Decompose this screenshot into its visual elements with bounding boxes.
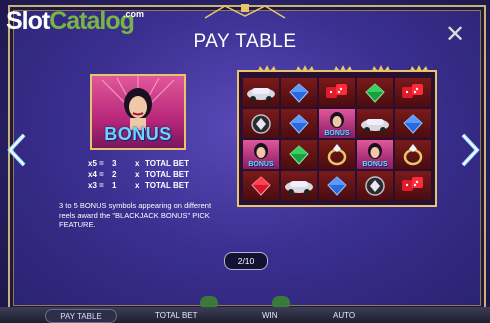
payout-multiplier: x5 = [88,159,104,168]
car-icon [285,181,313,195]
payout-value: 1 [112,181,117,190]
payout-times: x [135,170,140,179]
reel-cell [281,171,317,200]
bonus-mini-icon: BONUS [319,109,355,138]
payout-label: TOTAL BET [145,170,189,179]
reel-cell [281,109,317,138]
logo-suffix: .com [123,9,145,19]
reel-cell: BONUS [243,140,279,169]
reel-cell [281,78,317,107]
reel-grid-frame: BONUS BONUS BONUS [237,70,437,207]
bonus-description: 3 to 5 BONUS symbols appearing on differ… [59,201,212,229]
reel-cell [395,78,431,107]
reel-cell [395,109,431,138]
reel-cell [395,171,431,200]
dice-icon [402,84,423,98]
payout-label: TOTAL BET [145,159,189,168]
payout-times: x [135,159,140,168]
diamond-chip-icon [365,176,385,196]
page-indicator: 2/10 [224,252,268,270]
reel-cell: BONUS [319,109,355,138]
car-icon [361,119,389,133]
bonus-mini-label: BONUS [362,161,388,168]
reel-cell [319,78,355,107]
reel-cell [357,171,393,200]
win-label: WIN [262,311,278,320]
reel-cell [319,171,355,200]
sapphire-icon [403,114,423,134]
reel-cell [281,140,317,169]
reel-cell: BONUS [357,140,393,169]
reel-cell [395,140,431,169]
bonus-mini-icon: BONUS [243,140,279,169]
reel-cell [243,109,279,138]
reel-cell [319,140,355,169]
total-bet-label: TOTAL BET [155,311,198,320]
slotcatalog-logo: SlotCatalog [6,7,135,35]
bonus-mini-label: BONUS [248,161,274,168]
car-icon [247,88,275,102]
payout-value: 2 [112,170,117,179]
payout-value: 3 [112,159,117,168]
reel-cell [357,78,393,107]
ring-icon [327,144,347,166]
next-page-arrow-icon[interactable] [457,133,481,167]
bonus-mini-label: BONUS [324,130,350,137]
sapphire-icon [327,176,347,196]
bonus-symbol-label: BONUS [104,124,172,144]
reel-cell [243,171,279,200]
sapphire-icon [289,114,309,134]
page-title: PAY TABLE [193,31,297,52]
dice-icon [326,84,347,98]
payout-multiplier: x4 = [88,170,104,179]
emerald-icon [365,83,385,103]
pay-table-button[interactable]: PAY TABLE [45,309,117,323]
reel-grid: BONUS BONUS BONUS [243,78,431,200]
reel-cell [357,109,393,138]
reel-cell [243,78,279,107]
payout-times: x [135,181,140,190]
bonus-mini-icon: BONUS [357,140,393,169]
emerald-icon [289,145,309,165]
bonus-symbol-card: BONUS [90,74,186,150]
dice-icon [402,177,423,191]
auto-button[interactable]: AUTO [333,309,355,323]
ruby-icon [251,176,271,196]
art-deco-ornament [204,4,286,19]
close-icon[interactable]: ✕ [444,23,466,47]
diamond-chip-icon [251,114,271,134]
ring-icon [403,144,423,166]
previous-page-arrow-icon[interactable] [6,133,30,167]
sapphire-icon [289,83,309,103]
payout-label: TOTAL BET [145,181,189,190]
payout-multiplier: x3 = [88,181,104,190]
